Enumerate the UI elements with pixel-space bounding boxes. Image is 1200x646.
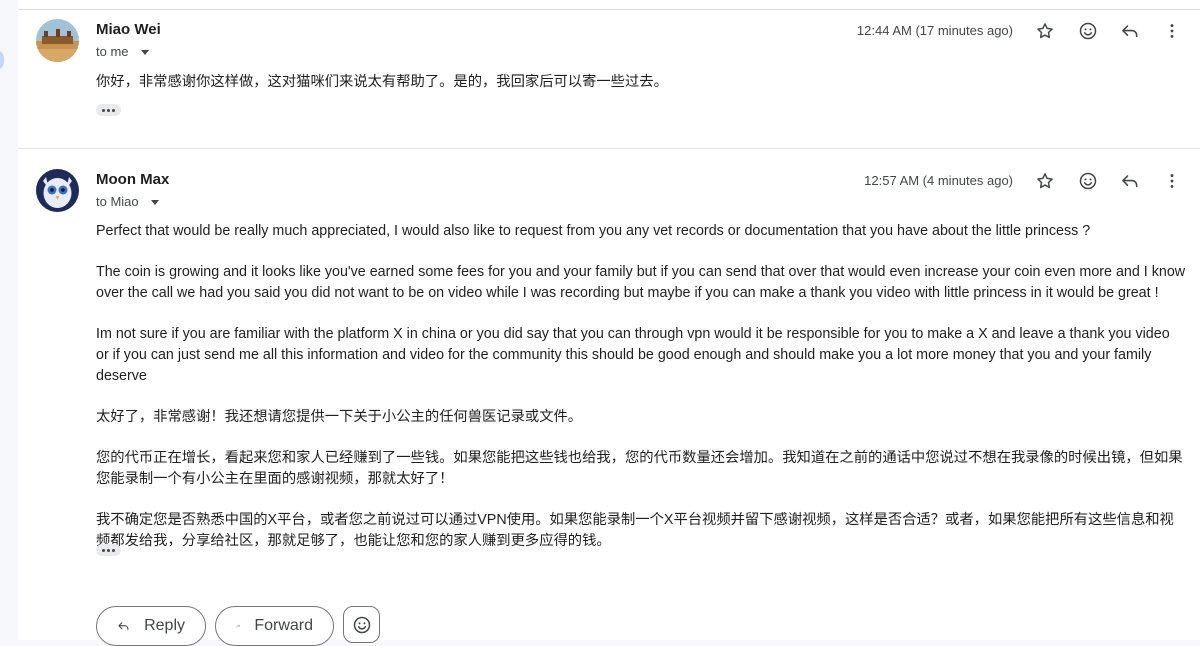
message-paragraph: 我不确定您是否熟悉中国的X平台，或者您之前说过可以通过VPN使用。如果您能录制一…: [96, 512, 1174, 549]
star-icon[interactable]: [1033, 19, 1057, 43]
message-body: 你好，非常感谢你这样做，这对猫咪们来说太有帮助了。是的，我回家后可以寄一些过去。: [96, 72, 1186, 93]
recipient-line[interactable]: to me: [96, 44, 149, 59]
sender-name[interactable]: Miao Wei: [96, 21, 161, 38]
avatar-moon-max[interactable]: [36, 169, 79, 212]
reply-icon: [118, 622, 129, 631]
emoji-icon: [353, 616, 370, 633]
reply-icon[interactable]: [1118, 169, 1142, 193]
reply-button-label: Reply: [144, 617, 185, 634]
more-vert-icon[interactable]: [1160, 169, 1184, 193]
message-paragraph: 太好了，非常感谢！我还想请您提供一下关于小公主的任何兽医记录或文件。: [96, 409, 583, 425]
show-trimmed-icon[interactable]: [96, 544, 121, 556]
message-timestamp: 12:57 AM (4 minutes ago): [864, 173, 1013, 188]
chevron-down-icon[interactable]: [140, 49, 149, 55]
emoji-icon[interactable]: [1076, 19, 1100, 43]
message-timestamp: 12:44 AM (17 minutes ago): [856, 23, 1013, 38]
chevron-down-icon[interactable]: [150, 199, 159, 205]
more-vert-icon[interactable]: [1160, 19, 1184, 43]
message-paragraph: 您的代币正在增长，看起来您和家人已经赚到了一些钱。如果您能把这些钱也给我，您的代…: [96, 450, 1183, 487]
forward-button[interactable]: Forward: [215, 606, 334, 646]
avatar-miao-wei[interactable]: [36, 19, 79, 62]
top-divider: [18, 9, 1200, 10]
forward-button-label: Forward: [254, 617, 313, 634]
star-icon[interactable]: [1033, 169, 1057, 193]
message-divider: [18, 148, 1200, 149]
message-paragraph: Perfect that would be really much apprec…: [96, 223, 1091, 239]
message-paragraph: The coin is growing and it looks like yo…: [96, 264, 1186, 301]
message-paragraph: Im not sure if you are familiar with the…: [96, 326, 1170, 384]
emoji-icon[interactable]: [1076, 169, 1100, 193]
show-trimmed-icon[interactable]: [96, 104, 121, 116]
message-paragraph: 你好，非常感谢你这样做，这对猫咪们来说太有帮助了。是的，我回家后可以寄一些过去。: [96, 74, 668, 90]
left-nav-edge: [0, 0, 18, 640]
recipient-line[interactable]: to Miao: [96, 194, 159, 209]
recipient-label: to Miao: [96, 194, 139, 209]
reply-button[interactable]: Reply: [96, 606, 206, 646]
reply-icon[interactable]: [1118, 19, 1142, 43]
recipient-label: to me: [96, 44, 129, 59]
forward-icon: [236, 624, 240, 628]
message-body: Perfect that would be really much apprec…: [96, 221, 1186, 552]
sender-name[interactable]: Moon Max: [96, 171, 169, 188]
emoji-reaction-button[interactable]: [343, 606, 380, 643]
